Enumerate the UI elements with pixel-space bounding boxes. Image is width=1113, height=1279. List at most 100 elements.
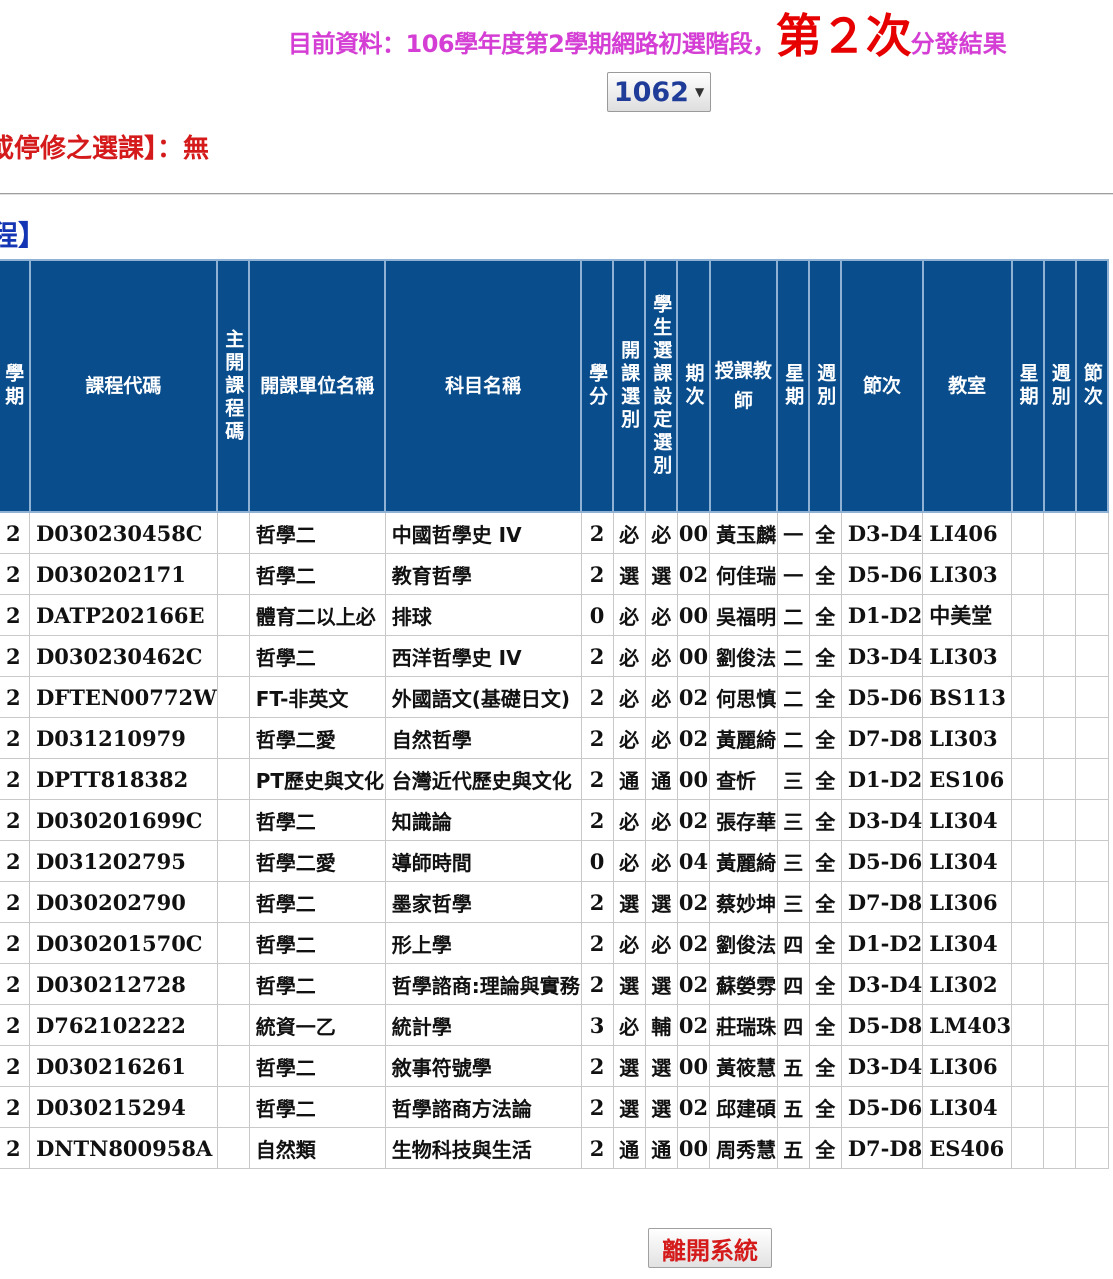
col-header-teacher: 授課教師 [708, 259, 779, 513]
cell-week-type-2 [1043, 1086, 1077, 1128]
cell-main-course-code [216, 881, 250, 923]
cell-week-type-2 [1043, 758, 1077, 800]
cell-course-code: D031202795 [29, 840, 218, 882]
cell-main-course-code [216, 799, 250, 841]
cell-department: 體育二以上必 [248, 594, 386, 636]
cell-course-type: 必 [612, 840, 646, 882]
col-header-week-type-2: 週別 [1042, 259, 1077, 513]
page-title: 目前資料：106學年度第2學期網路初選階段，第２次分發結果 [288, 0, 1088, 63]
cell-session-2 [1075, 1127, 1109, 1169]
cell-session: D3-D4 [840, 635, 924, 677]
cell-period: 00 [676, 1127, 711, 1169]
cell-week-type-2 [1043, 881, 1077, 923]
cell-course-code: D031210979 [29, 717, 218, 759]
cell-semester: 2 [0, 1127, 31, 1169]
cell-weekday-2 [1011, 594, 1045, 636]
table-row: 2 DFTEN00772W FT-非英文 外國語文(基礎日文) 2 必必 02 何思慎二全 D5… [0, 676, 1109, 718]
cell-week-type: 全 [808, 1004, 842, 1046]
table-row: 2 D030216261 哲學二 敘事符號學 2 選選 00 黃筱慧五全 D3-D4 LI306 [0, 1045, 1109, 1087]
cell-credits: 2 [580, 553, 614, 595]
cell-weekday-2 [1011, 881, 1045, 923]
col-header-credits: 學分 [580, 259, 615, 513]
cell-classroom: LI306 [922, 1045, 1013, 1087]
cell-semester: 2 [0, 840, 31, 882]
cell-week-type: 全 [808, 840, 842, 882]
cell-student-type: 必 [644, 511, 678, 554]
cell-session-2 [1075, 840, 1109, 882]
cell-semester: 2 [0, 635, 31, 677]
cell-credits: 2 [580, 511, 614, 554]
cell-course-type: 選 [612, 553, 646, 595]
cell-weekday: 三 [776, 840, 810, 882]
cell-session: D5-D8 [840, 1004, 924, 1046]
cell-student-type: 輔 [644, 1004, 678, 1046]
cell-session: D7-D8 [840, 1127, 924, 1169]
table-row: 2 D031210979 哲學二愛 自然哲學 2 必必 02 黃麗綺二全 D7-D8 LI303 [0, 717, 1109, 759]
cell-semester: 2 [0, 881, 31, 923]
table-header-row: 學期 課程代碼 主開課程碼 開課單位名稱 科目名稱 學分 開課選別 學生選課設定選別 期次 授課教… [0, 259, 1110, 513]
cell-student-type: 選 [644, 1045, 678, 1087]
cell-main-course-code [216, 717, 250, 759]
cell-classroom: LI406 [922, 511, 1013, 554]
cell-semester: 2 [0, 1004, 31, 1046]
cell-classroom: ES106 [922, 758, 1013, 800]
cell-student-type: 選 [644, 1086, 678, 1128]
col-header-subject: 科目名稱 [384, 259, 583, 513]
chevron-down-icon: ▼ [694, 85, 705, 99]
cell-weekday-2 [1011, 922, 1045, 964]
leave-system-button[interactable]: 離開系統 [648, 1228, 772, 1268]
cell-department: 哲學二 [248, 1045, 386, 1087]
cell-subject: 哲學諮商方法論 [384, 1086, 582, 1128]
cell-semester: 2 [0, 963, 31, 1005]
cell-main-course-code [216, 594, 250, 636]
cell-course-type: 通 [612, 1127, 646, 1169]
cell-credits: 0 [580, 840, 614, 882]
cell-course-code: D030202171 [29, 553, 218, 595]
col-header-week-type: 週別 [808, 259, 843, 513]
cell-department: FT-非英文 [248, 676, 386, 718]
cell-weekday-2 [1011, 676, 1045, 718]
table-row: 2 D030212728 哲學二 哲學諮商:理論與實務 2 選選 02 蘇嫈雰四全 D3-D4 L… [0, 963, 1109, 1005]
cell-student-type: 選 [644, 553, 678, 595]
cell-week-type-2 [1043, 799, 1077, 841]
cell-period: 02 [676, 717, 711, 759]
cell-classroom: LI303 [922, 717, 1013, 759]
cell-department: 哲學二 [248, 635, 386, 677]
cell-semester: 2 [0, 676, 31, 718]
table-row: 2 DPTT818382 PT歷史與文化 台灣近代歷史與文化 2 通通 00 查忻三全 D1-D… [0, 758, 1109, 800]
cell-classroom: LI302 [922, 963, 1013, 1005]
cell-session-2 [1075, 676, 1109, 718]
cell-subject: 導師時間 [384, 840, 582, 882]
cell-session: D5-D6 [840, 840, 924, 882]
cell-course-type: 選 [612, 963, 646, 1005]
cell-course-code: D030212728 [29, 963, 218, 1005]
cell-main-course-code [216, 758, 250, 800]
cell-classroom: LI304 [922, 840, 1013, 882]
cell-teacher: 黃筱慧 [709, 1045, 778, 1087]
semester-select[interactable]: 1062 ▼ [607, 72, 711, 112]
cell-main-course-code [216, 1127, 250, 1169]
cell-main-course-code [216, 553, 250, 595]
cell-course-type: 必 [612, 799, 646, 841]
cell-week-type-2 [1043, 840, 1077, 882]
cell-student-type: 必 [644, 594, 678, 636]
cell-session-2 [1075, 922, 1109, 964]
cell-subject: 敘事符號學 [384, 1045, 582, 1087]
cell-session-2 [1075, 511, 1109, 554]
cell-classroom: 中美堂 [922, 594, 1013, 636]
cell-subject: 外國語文(基礎日文) [384, 676, 582, 718]
cell-classroom: LI306 [922, 881, 1013, 923]
title-suffix: 分發結果 [910, 30, 1007, 58]
cell-semester: 2 [0, 594, 31, 636]
cell-department: 統資一乙 [248, 1004, 386, 1046]
cell-weekday: 一 [776, 553, 810, 595]
cell-department: 哲學二 [248, 881, 386, 923]
cell-week-type-2 [1043, 963, 1077, 1005]
cell-period: 02 [676, 881, 711, 923]
cell-student-type: 必 [644, 840, 678, 882]
cell-student-type: 通 [644, 758, 678, 800]
col-header-weekday-2: 星期 [1010, 259, 1045, 513]
cell-course-type: 選 [612, 881, 646, 923]
cell-department: 哲學二 [248, 1086, 386, 1128]
cell-semester: 2 [0, 553, 31, 595]
